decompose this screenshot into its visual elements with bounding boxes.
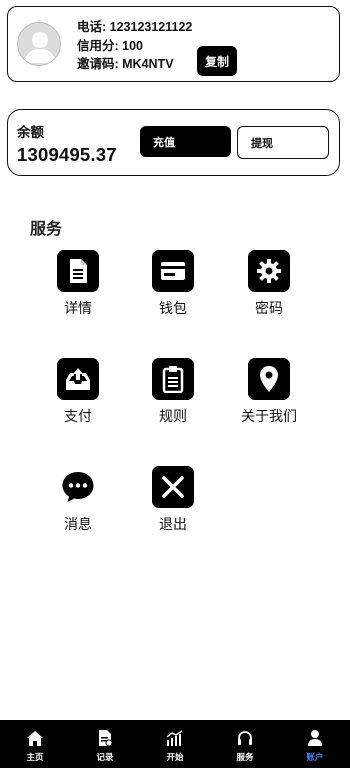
invite-code-text: 邀请码: MK4NTV [77,57,174,71]
services-title: 服务 [30,221,63,238]
tab-start[interactable]: 开始 [140,720,210,768]
tab-label: 服务 [236,752,254,762]
record-icon [97,729,113,747]
service-item-password[interactable]: 密码 [224,250,314,318]
service-item-about-us[interactable]: 关于我们 [224,358,314,426]
bottom-tab-bar: 主页 记录 开始 服务 账户 [0,720,350,768]
tab-service[interactable]: 服务 [210,720,280,768]
service-item-pay[interactable]: 支付 [33,358,123,426]
gear-icon [248,250,290,292]
service-item-rules[interactable]: 规则 [128,358,218,426]
withdraw-button[interactable]: 提现 [237,126,329,159]
close-x-icon [152,466,194,508]
phone-text: 电话: 123123121122 [77,20,193,34]
tab-label: 记录 [96,752,114,762]
user-icon [307,729,323,747]
service-item-logout[interactable]: 退出 [128,466,218,534]
service-label: 详情 [64,300,92,316]
user-avatar-icon [24,32,56,63]
credit-score-text: 信用分: 100 [77,38,143,53]
document-icon [57,250,99,292]
service-label: 消息 [64,516,92,532]
chart-icon [166,729,184,747]
balance-value: 1309495.37 [17,144,117,165]
service-item-wallet[interactable]: 钱包 [128,250,218,318]
location-pin-icon [248,358,290,400]
service-label: 钱包 [159,300,187,316]
tab-records[interactable]: 记录 [70,720,140,768]
profile-info: 电话: 123123121122 信用分: 100 邀请码: MK4NTV [77,18,192,74]
service-item-details[interactable]: 详情 [33,250,123,318]
home-icon [26,729,44,747]
clipboard-icon [152,358,194,400]
tab-label: 开始 [166,752,184,762]
service-label: 支付 [64,408,92,424]
service-label: 退出 [159,516,187,532]
tray-upload-icon [57,358,99,400]
avatar [17,22,61,66]
service-item-messages[interactable]: 消息 [33,466,123,534]
chat-bubble-icon [57,466,99,508]
service-label: 关于我们 [241,408,297,424]
service-label: 规则 [159,408,187,424]
profile-card: 电话: 123123121122 信用分: 100 邀请码: MK4NTV 复制 [7,6,340,82]
card-icon [152,250,194,292]
tab-home[interactable]: 主页 [0,720,70,768]
headset-icon [236,729,254,747]
tab-label: 账户 [306,752,324,762]
balance-label: 余额 [17,125,44,140]
recharge-button[interactable]: 充值 [140,126,231,157]
copy-button[interactable]: 复制 [197,46,237,76]
service-label: 密码 [255,300,283,316]
tab-account[interactable]: 账户 [280,720,350,768]
tab-label: 主页 [26,752,44,762]
balance-card: 余额 1309495.37 充值 提现 [7,109,340,176]
